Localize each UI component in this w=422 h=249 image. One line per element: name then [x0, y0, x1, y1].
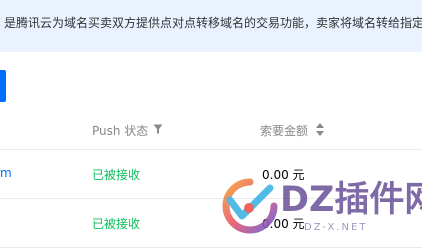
watermark-brand: DZ插件网 — [280, 180, 422, 220]
push-status-value: 已被接收 — [92, 217, 141, 231]
column-header-push-status: Push 状态 — [92, 124, 149, 138]
filter-icon[interactable] — [153, 124, 163, 135]
notice-banner: 是腾讯云为域名买卖双方提供点对点转移域名的交易功能，卖家将域名转给指定的 — [0, 0, 422, 52]
dz-logo-icon — [222, 178, 278, 234]
table-header: Push 状态 索要金额 — [0, 106, 422, 150]
notice-text: 是腾讯云为域名买卖双方提供点对点转移域名的交易功能，卖家将域名转给指定的 — [4, 16, 422, 30]
primary-action-button[interactable] — [0, 70, 6, 102]
watermark-url: DZ-X.NET — [304, 222, 368, 233]
sort-icon[interactable] — [316, 123, 324, 136]
watermark: DZ插件网 DZ-X.NET — [222, 178, 422, 244]
push-status-value: 已被接收 — [92, 168, 141, 182]
column-header-amount: 索要金额 — [260, 124, 309, 138]
domain-link[interactable]: m — [0, 166, 12, 180]
